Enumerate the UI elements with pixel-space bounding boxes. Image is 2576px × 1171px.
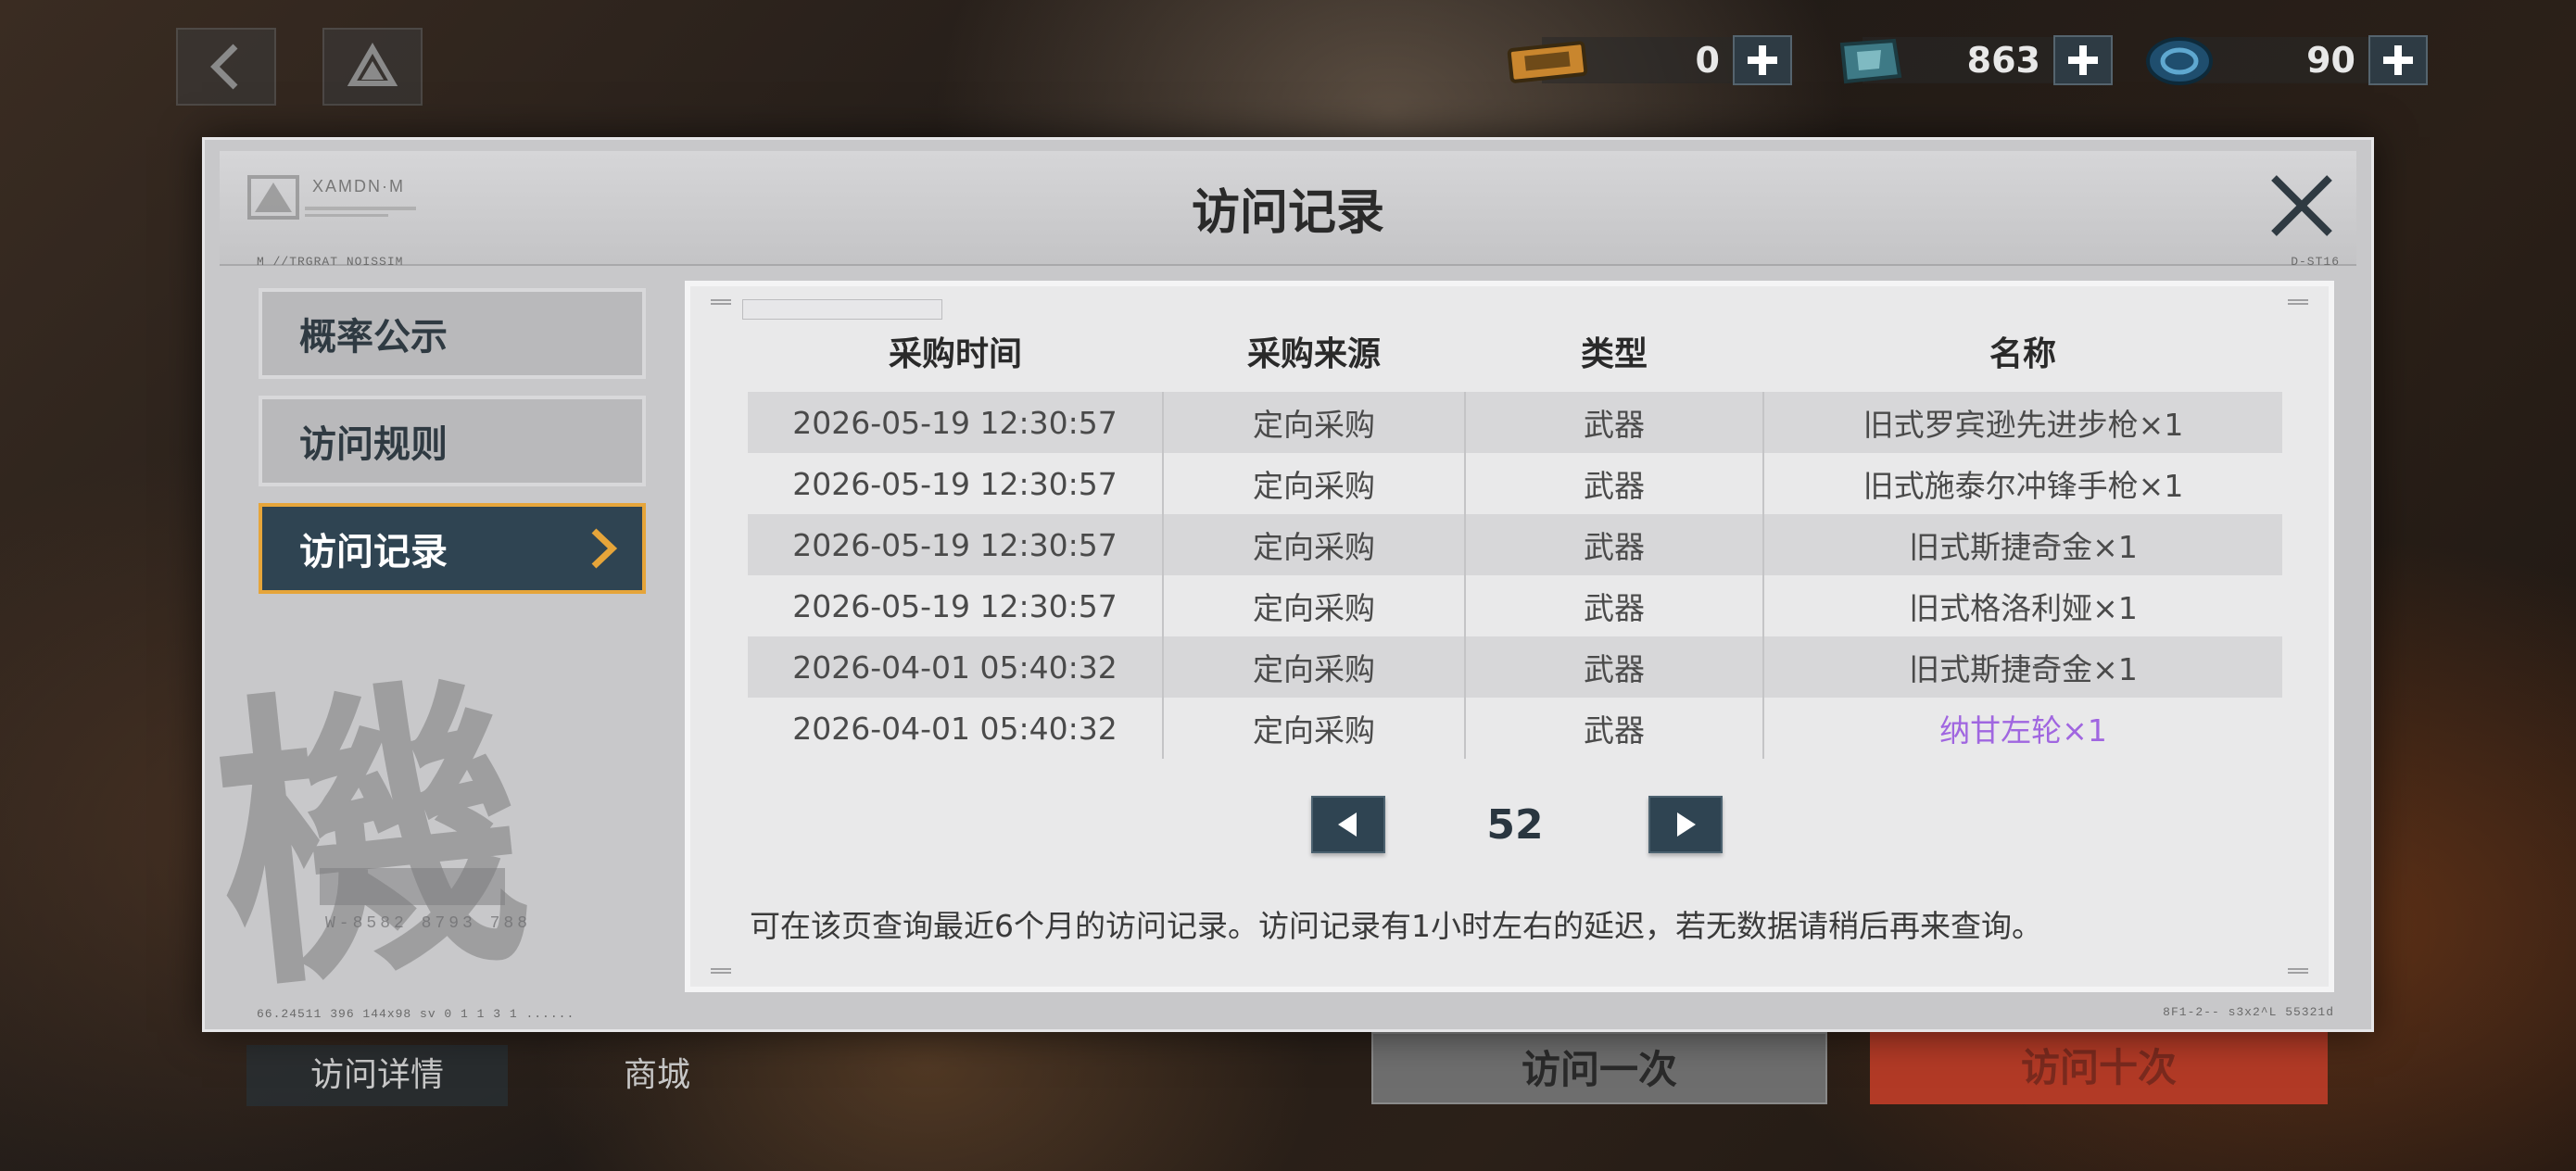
micro-label-bottom-right: 8F1-2-- s3x2^L 55321d	[2163, 1005, 2334, 1019]
cell-source: 定向采购	[1162, 453, 1465, 514]
resource-coin: 90	[2140, 31, 2428, 89]
micro-label-left: M //TRGRAT NOISSIM	[257, 255, 404, 269]
table-row: 2026-05-19 12:30:57 定向采购 武器 旧式施泰尔冲锋手枪×1	[748, 453, 2282, 514]
cell-type: 武器	[1464, 636, 1763, 698]
ticket-icon	[1507, 41, 1588, 83]
prev-page-button[interactable]	[1311, 796, 1385, 853]
corner-mark	[711, 968, 731, 974]
micro-label-right: D-ST16	[2291, 255, 2340, 269]
sidebar-item-records[interactable]: 访问记录	[259, 503, 646, 594]
cell-name: 旧式罗宾逊先进步枪×1	[1762, 392, 2282, 453]
cell-source: 定向采购	[1162, 698, 1465, 759]
sidebar-item-label: 访问记录	[299, 531, 448, 573]
table-row: 2026-04-01 05:40:32 定向采购 武器 纳甘左轮×1	[748, 698, 2282, 759]
resource-crystal: 863	[1825, 31, 2113, 89]
cell-source: 定向采购	[1162, 392, 1465, 453]
record-table: 采购时间 采购来源 类型 名称 2026-05-19 12:30:57 定向采购…	[748, 310, 2282, 759]
sidebar-item-rules[interactable]: 访问规则	[259, 396, 646, 486]
crystal-icon	[1839, 38, 1902, 84]
cell-time: 2026-04-01 05:40:32	[748, 636, 1163, 698]
home-logo-icon	[347, 43, 398, 86]
home-button[interactable]	[322, 28, 423, 106]
cell-name: 旧式施泰尔冲锋手枪×1	[1762, 453, 2282, 514]
back-button[interactable]	[176, 28, 276, 106]
visit-ten-button[interactable]: 访问十次	[1870, 1032, 2328, 1104]
dialog-title: 访问记录	[1191, 185, 1384, 241]
cell-name: 纳甘左轮×1	[1762, 698, 2282, 759]
close-icon	[2271, 175, 2332, 236]
sidebar-item-probability[interactable]: 概率公示	[259, 288, 646, 379]
record-footnote: 可在该页查询最近6个月的访问记录。访问记录有1小时左右的延迟，若无数据请稍后再来…	[750, 908, 2042, 944]
coin-icon	[2146, 37, 2213, 85]
cell-name: 旧式格洛利娅×1	[1762, 575, 2282, 636]
table-row: 2026-05-19 12:30:57 定向采购 武器 旧式格洛利娅×1	[748, 575, 2282, 636]
sidebar-decor-art: 機 W-8582 8793 788	[216, 562, 640, 1018]
header-time: 采购时间	[888, 335, 1022, 373]
table-row: 2026-05-19 12:30:57 定向采购 武器 旧式罗宾逊先进步枪×1	[748, 392, 2282, 453]
cell-time: 2026-05-19 12:30:57	[748, 514, 1163, 575]
cell-time: 2026-05-19 12:30:57	[748, 392, 1163, 453]
table-row: 2026-04-01 05:40:32 定向采购 武器 旧式斯捷奇金×1	[748, 636, 2282, 698]
table-row: 2026-05-19 12:30:57 定向采购 武器 旧式斯捷奇金×1	[748, 514, 2282, 575]
cell-type: 武器	[1464, 453, 1763, 514]
sidebar-item-label: 概率公示	[299, 316, 448, 359]
sidebar-item-label: 访问规则	[299, 423, 448, 466]
cell-time: 2026-04-01 05:40:32	[792, 710, 1118, 747]
header-name: 名称	[1989, 335, 2056, 373]
triangle-left-icon	[1338, 812, 1357, 837]
tab-visit-details[interactable]: 访问详情	[246, 1045, 508, 1106]
cell-name: 旧式斯捷奇金×1	[1762, 514, 2282, 575]
header-type: 类型	[1580, 335, 1648, 373]
resource-ticket: 0	[1505, 31, 1792, 89]
cell-time: 2026-05-19 12:30:57	[792, 587, 1118, 624]
back-arrow-icon	[210, 44, 238, 90]
add-crystal-button[interactable]	[2053, 35, 2113, 85]
chevron-right-icon	[591, 528, 618, 569]
cell-name: 旧式斯捷奇金×1	[1762, 636, 2282, 698]
cell-time: 2026-05-19 12:30:57	[792, 465, 1118, 502]
corner-mark	[2288, 299, 2308, 305]
triangle-right-icon	[1677, 812, 1696, 837]
table-header-row: 采购时间 采购来源 类型 名称	[748, 310, 2282, 392]
add-ticket-button[interactable]	[1733, 35, 1792, 85]
plus-icon	[2383, 45, 2413, 75]
close-button[interactable]	[2260, 164, 2343, 247]
cell-source: 定向采购	[1162, 636, 1465, 698]
tab-shop[interactable]: 商城	[543, 1045, 771, 1106]
page-number: 52	[1486, 801, 1544, 849]
decor-code: W-8582 8793 788	[325, 914, 532, 933]
decor-kanji-glyph: 機	[216, 641, 543, 1018]
crystal-count: 863	[1966, 40, 2040, 81]
cell-type: 武器	[1464, 698, 1763, 759]
plus-icon	[1748, 45, 1777, 75]
header-source: 采购来源	[1246, 335, 1381, 373]
cell-type: 武器	[1464, 392, 1763, 453]
coin-count: 90	[2306, 40, 2355, 81]
dialog-header: XAMDN·M 访问记录	[220, 151, 2356, 266]
visit-record-dialog: XAMDN·M 访问记录 M //TRGRAT NOISSIM D-ST16 6…	[202, 137, 2374, 1032]
record-panel: 采购时间 采购来源 类型 名称 2026-05-19 12:30:57 定向采购…	[685, 281, 2334, 992]
plus-icon	[2068, 45, 2098, 75]
cell-source: 定向采购	[1162, 514, 1465, 575]
cell-type: 武器	[1464, 575, 1763, 636]
next-page-button[interactable]	[1648, 796, 1723, 853]
cell-type: 武器	[1464, 514, 1763, 575]
decor-plate	[320, 868, 505, 905]
ticket-count: 0	[1695, 40, 1720, 81]
add-coin-button[interactable]	[2368, 35, 2428, 85]
visit-once-button[interactable]: 访问一次	[1371, 1032, 1827, 1104]
corner-mark	[2288, 968, 2308, 974]
cell-source: 定向采购	[1162, 575, 1465, 636]
corner-mark	[711, 299, 731, 305]
